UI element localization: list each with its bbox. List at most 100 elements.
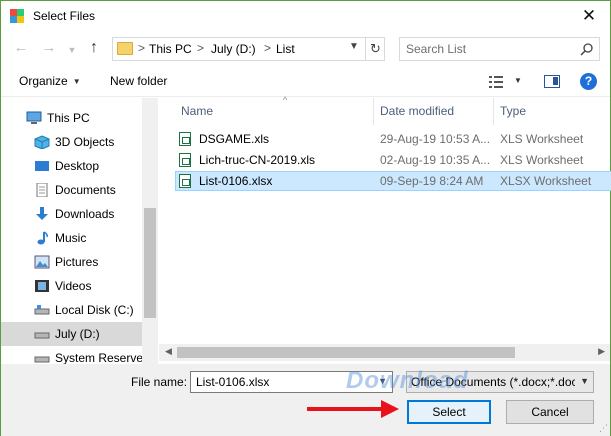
nav-item-pictures[interactable]: Pictures <box>1 250 142 274</box>
nav-item-videos[interactable]: Videos <box>1 274 142 298</box>
excel-file-icon <box>179 174 191 188</box>
navigation-row: ← → ▼ ↑ > This PC > July (D:) > List ▼ ↻… <box>1 34 610 64</box>
resize-grip-icon[interactable]: ⋰ <box>599 423 608 434</box>
nav-scrollbar[interactable] <box>142 98 158 364</box>
new-folder-label: New folder <box>110 74 168 88</box>
file-name-value: List-0106.xlsx <box>196 375 270 389</box>
command-bar: Organize ▼ New folder ▼ ? <box>1 67 610 97</box>
file-name: DSGAME.xls <box>199 132 270 146</box>
recent-locations-button[interactable]: ▼ <box>62 40 82 60</box>
select-button[interactable]: Select <box>407 400 491 424</box>
horizontal-scrollbar-thumb[interactable] <box>177 347 515 358</box>
nav-scrollbar-thumb[interactable] <box>144 208 156 318</box>
column-header-type[interactable]: Type <box>494 98 610 125</box>
arrow-left-icon: ← <box>13 39 29 56</box>
title-bar: Select Files ✕ <box>1 1 610 32</box>
arrow-up-icon: ↑ <box>90 39 98 56</box>
select-files-dialog: Select Files ✕ ← → ▼ ↑ > This PC > July … <box>0 0 611 436</box>
scroll-left-icon[interactable]: ◀ <box>165 346 172 357</box>
close-button[interactable]: ✕ <box>574 4 604 28</box>
file-row[interactable]: Lich-truc-CN-2019.xls 02-Aug-19 10:35 A.… <box>175 150 611 170</box>
refresh-button[interactable]: ↻ <box>365 38 385 60</box>
new-folder-button[interactable]: New folder <box>110 74 167 88</box>
nav-label: July (D:) <box>55 327 100 341</box>
arrow-right-icon: → <box>41 39 57 56</box>
column-date-label: Date modified <box>380 104 455 118</box>
file-row-selected[interactable]: List-0106.xlsx 09-Sep-19 8:24 AM XLSX Wo… <box>175 171 611 191</box>
chevron-down-icon: ▼ <box>67 45 77 55</box>
file-date: 29-Aug-19 10:53 A... <box>380 132 491 146</box>
nav-label: This PC <box>47 111 90 125</box>
nav-item-july-d[interactable]: July (D:) <box>1 322 142 346</box>
help-icon[interactable]: ? <box>580 73 597 90</box>
computer-icon <box>26 111 42 124</box>
download-arrow-icon <box>36 207 48 220</box>
file-date: 09-Sep-19 8:24 AM <box>380 174 484 188</box>
close-icon: ✕ <box>581 6 597 25</box>
annotation-arrow-icon <box>381 400 399 418</box>
column-type-label: Type <box>500 104 527 118</box>
file-type: XLS Worksheet <box>500 153 584 167</box>
nav-item-documents[interactable]: Documents <box>1 178 142 202</box>
file-row[interactable]: DSGAME.xls 29-Aug-19 10:53 A... XLS Work… <box>175 129 611 149</box>
nav-item-local-disk-c[interactable]: Local Disk (C:) <box>1 298 142 322</box>
preview-pane-icon[interactable] <box>544 75 560 88</box>
documents-icon <box>36 183 48 197</box>
breadcrumb-july-d[interactable]: July (D:) <box>211 42 256 56</box>
file-name: List-0106.xlsx <box>199 174 273 188</box>
chevron-down-icon: ▼ <box>580 376 589 386</box>
drive-icon <box>34 305 50 315</box>
nav-label: Pictures <box>55 255 99 269</box>
drive-icon <box>34 356 50 363</box>
sort-ascending-icon: ^ <box>283 95 288 105</box>
drive-icon <box>34 332 50 339</box>
nav-item-downloads[interactable]: Downloads <box>1 202 142 226</box>
excel-file-icon <box>179 153 191 167</box>
watermark: Download <box>346 367 469 394</box>
file-name-label: File name: <box>131 375 188 389</box>
chevron-down-icon[interactable]: ▼ <box>514 76 522 85</box>
organize-label: Organize <box>19 74 68 88</box>
nav-label: Local Disk (C:) <box>55 303 134 317</box>
column-header-name[interactable]: Name ^ <box>175 95 374 125</box>
cancel-button[interactable]: Cancel <box>506 400 594 424</box>
nav-item-music[interactable]: Music <box>1 226 142 250</box>
nav-label: Videos <box>55 279 92 293</box>
nav-label: System Reserved <box>55 351 150 364</box>
nav-item-system-reserved[interactable]: System Reserved <box>1 346 150 364</box>
desktop-icon <box>35 161 49 171</box>
breadcrumb-separator: > <box>264 41 272 55</box>
column-header-date[interactable]: Date modified <box>374 98 494 125</box>
navigation-pane: This PC 3D Objects Desktop Documents Dow… <box>1 98 158 364</box>
forward-button[interactable]: → <box>39 38 59 58</box>
scroll-right-icon[interactable]: ▶ <box>598 346 605 357</box>
pictures-icon <box>34 255 50 269</box>
music-note-icon <box>37 231 48 245</box>
view-options-icon[interactable] <box>489 76 503 88</box>
nav-item-3d-objects[interactable]: 3D Objects <box>1 130 142 154</box>
nav-label: Desktop <box>55 159 100 173</box>
nav-label: 3D Objects <box>55 135 115 149</box>
nav-item-this-pc[interactable]: This PC <box>1 106 142 130</box>
nav-item-desktop[interactable]: Desktop <box>1 154 142 178</box>
app-icon <box>10 9 24 23</box>
refresh-icon: ↻ <box>370 41 381 56</box>
organize-button[interactable]: Organize ▼ <box>19 74 81 88</box>
search-icon <box>580 43 593 56</box>
address-bar[interactable]: > This PC > July (D:) > List ▼ ↻ <box>112 37 385 61</box>
folder-icon <box>117 42 133 55</box>
file-date: 02-Aug-19 10:35 A... <box>380 153 491 167</box>
cube-icon <box>34 135 50 149</box>
back-button[interactable]: ← <box>11 38 31 58</box>
file-list: Name ^ Date modified Type DSGAME.xls 29-… <box>159 95 611 364</box>
horizontal-scrollbar[interactable]: ◀ ▶ <box>159 344 610 361</box>
breadcrumb-list[interactable]: List <box>276 42 295 56</box>
nav-label: Documents <box>55 183 116 197</box>
search-input[interactable]: Search List <box>399 37 600 61</box>
column-name-label: Name <box>181 104 214 118</box>
dialog-footer: File name: List-0106.xlsx ▼ Office Docum… <box>1 364 610 436</box>
up-button[interactable]: ↑ <box>84 38 104 58</box>
breadcrumb-this-pc[interactable]: This PC <box>149 42 192 56</box>
address-dropdown-icon[interactable]: ▼ <box>349 41 359 52</box>
window-title: Select Files <box>33 9 96 23</box>
